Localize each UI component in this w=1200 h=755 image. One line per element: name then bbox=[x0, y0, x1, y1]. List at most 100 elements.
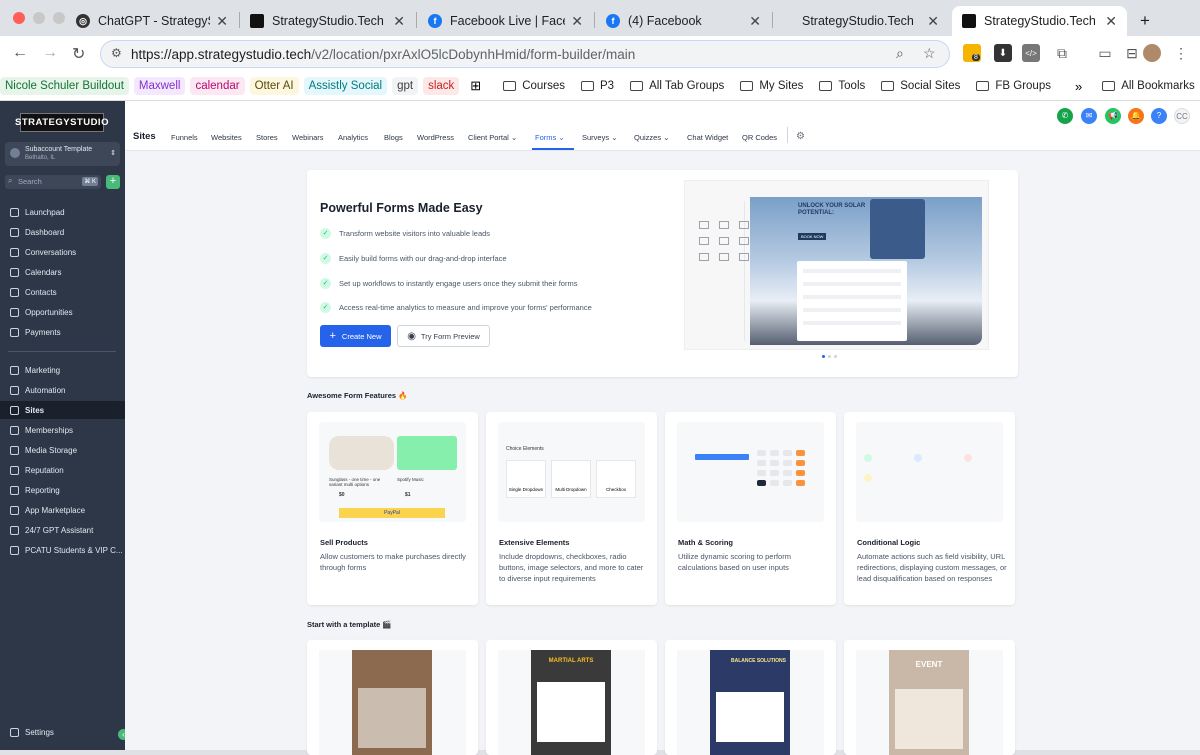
bookmark-folder[interactable]: My Sites bbox=[740, 80, 803, 92]
conversations-badge-icon[interactable]: ✉ bbox=[1081, 108, 1097, 124]
reload-icon[interactable]: ↻ bbox=[72, 44, 85, 64]
sidebar-item-marketing[interactable]: Marketing bbox=[0, 361, 125, 379]
new-tab-button[interactable]: + bbox=[1130, 6, 1160, 36]
bookmark-chip[interactable]: gpt bbox=[392, 77, 419, 95]
sidebar-item-payments[interactable]: Payments bbox=[0, 323, 125, 341]
sidebar-search-input[interactable]: ⌕ Search ⌘ K bbox=[5, 175, 101, 189]
address-bar[interactable]: ⚙ https://app.strategystudio.tech/v2/loc… bbox=[100, 40, 950, 68]
tab-funnels[interactable]: Funnels bbox=[171, 133, 198, 142]
sidebar-item-settings[interactable]: Settings bbox=[0, 723, 125, 741]
tab-quizzes[interactable]: Quizzes ⌄ bbox=[634, 133, 669, 142]
more-bookmarks-button[interactable]: » bbox=[1075, 79, 1082, 94]
browser-tab-0[interactable]: ◎ ChatGPT - StrategyStudi✕ bbox=[66, 6, 238, 36]
help-icon[interactable]: ? bbox=[1151, 108, 1167, 124]
browser-tab-2[interactable]: f Facebook Live | Facebook✕ bbox=[418, 6, 593, 36]
quick-add-button[interactable]: + bbox=[106, 175, 120, 189]
phone-icon[interactable]: ✆ bbox=[1057, 108, 1073, 124]
tab-chat-widget[interactable]: Chat Widget bbox=[687, 133, 728, 142]
zoom-icon[interactable]: ⌕ bbox=[896, 45, 904, 62]
template-card[interactable]: BALANCE SOLUTIONS bbox=[665, 640, 836, 755]
sidebar-item-opportunities[interactable]: Opportunities bbox=[0, 303, 125, 321]
close-tab-icon[interactable]: ✕ bbox=[216, 13, 228, 30]
forward-icon[interactable]: → bbox=[42, 44, 58, 62]
download-extension-icon[interactable]: ⬇ bbox=[994, 44, 1012, 62]
tab-search-icon[interactable]: ⊟ bbox=[1123, 44, 1141, 62]
browser-tab-3[interactable]: f (4) Facebook ✕ bbox=[596, 6, 771, 36]
bookmark-folder[interactable]: P3 bbox=[581, 80, 614, 92]
bookmark-chip[interactable]: Nicole Schuler Buildout bbox=[0, 77, 129, 95]
tab-client-portal[interactable]: Client Portal ⌄ bbox=[468, 133, 517, 142]
bookmark-folder[interactable]: All Tab Groups bbox=[630, 80, 724, 92]
sidebar-item-conversations[interactable]: Conversations bbox=[0, 243, 125, 261]
assistant-icon bbox=[10, 525, 19, 535]
browser-menu-icon[interactable]: ⋮ bbox=[1172, 44, 1190, 62]
close-tab-icon[interactable]: ✕ bbox=[393, 13, 405, 30]
sidebar-item-dashboard[interactable]: Dashboard bbox=[0, 223, 125, 241]
reading-mode-icon[interactable]: ▭ bbox=[1096, 44, 1114, 62]
template-card[interactable]: MARTIAL ARTS bbox=[486, 640, 657, 755]
sidebar-item-calendars[interactable]: Calendars bbox=[0, 263, 125, 281]
bookmark-chip[interactable]: slack bbox=[423, 77, 460, 95]
sidebar-item-automation[interactable]: Automation bbox=[0, 381, 125, 399]
bookmark-chip[interactable]: Assistly Social bbox=[303, 77, 388, 95]
sidebar-item-launchpad[interactable]: Launchpad bbox=[0, 203, 125, 221]
choice-elements-illustration: Choice Elements Single Dropdown Multi Dr… bbox=[498, 422, 645, 522]
create-new-button[interactable]: + Create New bbox=[320, 325, 391, 347]
close-tab-icon[interactable]: ✕ bbox=[571, 13, 583, 30]
tab-blogs[interactable]: Blogs bbox=[384, 133, 403, 142]
close-tab-icon[interactable]: ✕ bbox=[749, 13, 761, 30]
browser-tab-1[interactable]: StrategyStudio.Tech ✕ bbox=[240, 6, 415, 36]
close-window-button[interactable] bbox=[13, 12, 25, 24]
minimize-window-button[interactable] bbox=[33, 12, 45, 24]
zoom-window-button[interactable] bbox=[53, 12, 65, 24]
bookmark-folder[interactable]: Social Sites bbox=[881, 80, 960, 92]
tab-wordpress[interactable]: WordPress bbox=[417, 133, 454, 142]
bookmark-chip[interactable]: calendar bbox=[190, 77, 245, 95]
browser-tab-5[interactable]: StrategyStudio.Tech ✕ bbox=[952, 6, 1127, 36]
tab-stores[interactable]: Stores bbox=[256, 133, 278, 142]
site-info-icon[interactable]: ⚙ bbox=[111, 46, 122, 60]
chevron-down-icon: ⌄ bbox=[663, 133, 670, 142]
extensions-puzzle-icon[interactable]: ⧉ bbox=[1053, 44, 1071, 62]
sidebar-item-media-storage[interactable]: Media Storage bbox=[0, 441, 125, 459]
bookmark-chip[interactable]: Otter AI bbox=[249, 77, 299, 95]
sidebar-item-pcatu[interactable]: PCATU Students & VIP C... bbox=[0, 541, 125, 559]
bookmark-folder[interactable]: FB Groups bbox=[976, 80, 1051, 92]
back-icon[interactable]: ← bbox=[12, 44, 28, 62]
profile-avatar[interactable] bbox=[1143, 44, 1161, 62]
sidebar-item-sites[interactable]: Sites bbox=[0, 401, 125, 419]
notification-bell-icon[interactable]: 🔔 bbox=[1128, 108, 1144, 124]
settings-gear-icon[interactable]: ⚙ bbox=[796, 131, 805, 142]
tab-qr-codes[interactable]: QR Codes bbox=[742, 133, 777, 142]
sidebar-item-reputation[interactable]: Reputation bbox=[0, 461, 125, 479]
sidebar-item-contacts[interactable]: Contacts bbox=[0, 283, 125, 301]
tab-surveys[interactable]: Surveys ⌄ bbox=[582, 133, 617, 142]
bookmark-chip[interactable]: Maxwell bbox=[133, 77, 186, 95]
user-avatar[interactable]: CC bbox=[1174, 108, 1190, 124]
close-tab-icon[interactable]: ✕ bbox=[1105, 13, 1117, 30]
tab-forms[interactable]: Forms ⌄ bbox=[535, 133, 565, 142]
code-extension-icon[interactable]: </> bbox=[1022, 44, 1040, 62]
tab-webinars[interactable]: Webinars bbox=[292, 133, 324, 142]
announcement-icon[interactable]: 📢 bbox=[1105, 108, 1121, 124]
all-bookmarks-folder[interactable]: All Bookmarks bbox=[1102, 80, 1195, 92]
sidebar-item-app-marketplace[interactable]: App Marketplace bbox=[0, 501, 125, 519]
sites-topnav: Sites Funnels Websites Stores Webinars A… bbox=[125, 101, 1200, 151]
apps-grid-icon[interactable]: ⊞ bbox=[470, 78, 481, 94]
extension-notes-icon[interactable]: 8 bbox=[963, 44, 981, 62]
sidebar-item-memberships[interactable]: Memberships bbox=[0, 421, 125, 439]
bookmark-star-icon[interactable]: ☆ bbox=[923, 45, 936, 62]
carousel-dots[interactable] bbox=[822, 355, 837, 358]
tab-analytics[interactable]: Analytics bbox=[338, 133, 368, 142]
template-card[interactable] bbox=[307, 640, 478, 755]
tab-websites[interactable]: Websites bbox=[211, 133, 242, 142]
bookmark-folder[interactable]: Courses bbox=[503, 80, 565, 92]
close-tab-icon[interactable]: ✕ bbox=[927, 13, 939, 30]
sidebar-item-gpt-assistant[interactable]: 24/7 GPT Assistant bbox=[0, 521, 125, 539]
template-card[interactable]: EVENT bbox=[844, 640, 1015, 755]
sidebar-item-reporting[interactable]: Reporting bbox=[0, 481, 125, 499]
account-switcher[interactable]: Subaccount Template Bethalto, IL ⇕ bbox=[5, 142, 120, 166]
browser-tab-4[interactable]: StrategyStudio.Tech ✕ bbox=[774, 6, 949, 36]
try-form-preview-button[interactable]: ◉ Try Form Preview bbox=[397, 325, 490, 347]
bookmark-folder[interactable]: Tools bbox=[819, 80, 865, 92]
